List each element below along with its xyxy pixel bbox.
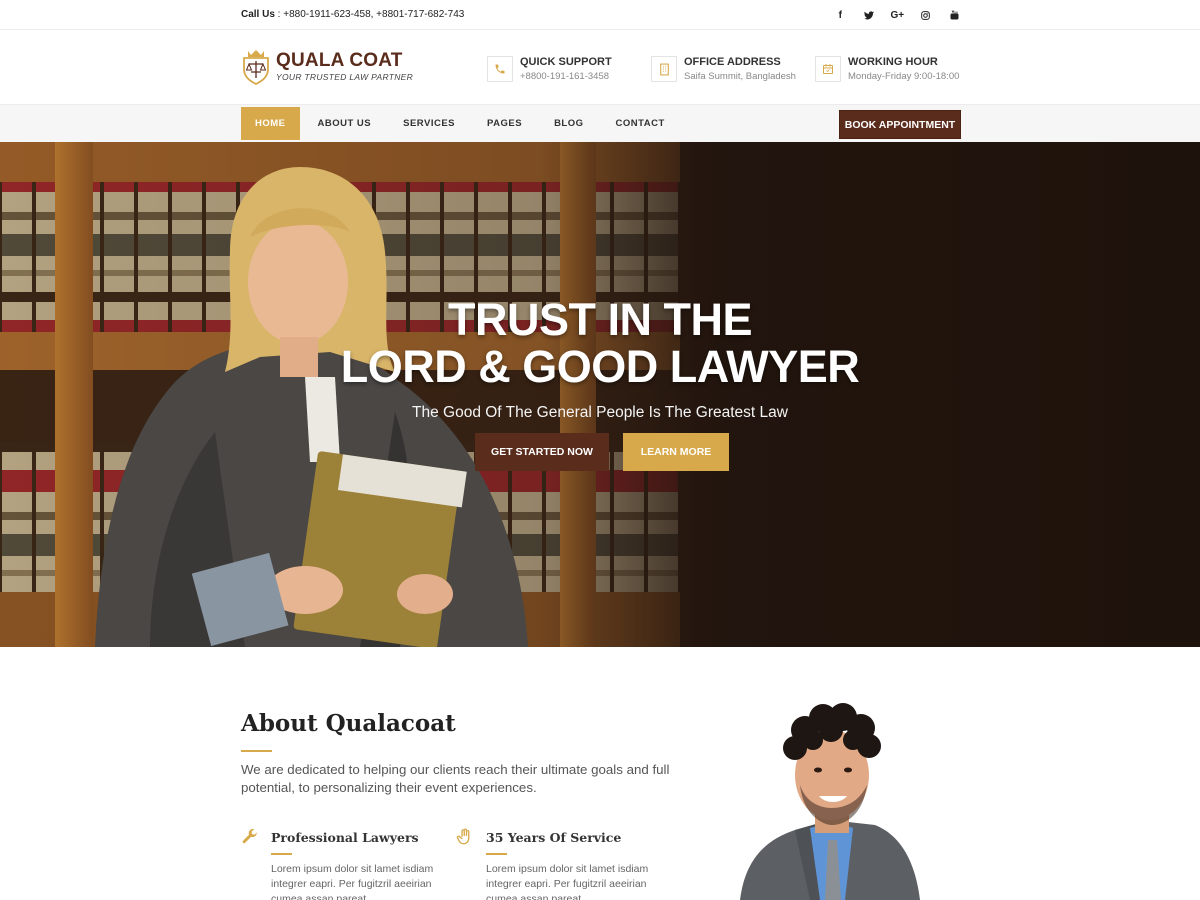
nav-menu: HOME ABOUT US SERVICES PAGES BLOG CONTAC… xyxy=(241,107,683,140)
info-title: QUICK SUPPORT xyxy=(520,56,612,68)
hand-icon xyxy=(456,828,470,845)
nav-item-blog[interactable]: BLOG xyxy=(540,107,597,140)
phone-icon xyxy=(487,56,513,82)
calendar-icon xyxy=(815,56,841,82)
nav-item-pages[interactable]: PAGES xyxy=(473,107,536,140)
hero-title-line-1: TRUST IN THE xyxy=(448,294,753,345)
office-address-info: OFFICE ADDRESS Saifa Summit, Bangladesh xyxy=(651,55,796,82)
learn-more-button[interactable]: LEARN MORE xyxy=(623,433,729,471)
hero-title-line-2: LORD & GOOD LAWYER xyxy=(340,341,860,392)
building-icon xyxy=(651,56,677,82)
logo[interactable]: QUALA COAT YOUR TRUSTED LAW PARTNER xyxy=(241,47,413,85)
social-links: f G+ xyxy=(826,7,969,23)
working-hour-info: WORKING HOUR Monday-Friday 9:00-18:00 xyxy=(815,55,959,82)
nav-item-contact[interactable]: CONTACT xyxy=(602,107,679,140)
lawyer-man-photo xyxy=(740,703,920,900)
feature-text: Lorem ipsum dolor sit lamet isdiam integ… xyxy=(486,863,649,900)
info-subtitle: Saifa Summit, Bangladesh xyxy=(684,71,796,82)
nav-item-home[interactable]: HOME xyxy=(241,107,300,140)
feature-divider xyxy=(486,853,507,855)
nav-item-about-us[interactable]: ABOUT US xyxy=(304,107,386,140)
shield-scales-logo-icon xyxy=(243,50,269,85)
feature-text: Lorem ipsum dolor sit lamet isdiam integ… xyxy=(271,863,434,900)
call-label: Call Us xyxy=(241,9,275,20)
hero-buttons: GET STARTED NOW LEARN MORE xyxy=(0,433,1200,471)
facebook-icon[interactable]: f xyxy=(826,7,855,23)
call-numbers: : +880-1911-623-458, +8801-717-682-743 xyxy=(274,9,465,20)
info-title: WORKING HOUR xyxy=(848,56,938,68)
hero-subtitle: The Good Of The General People Is The Gr… xyxy=(412,404,788,421)
nav-item-services[interactable]: SERVICES xyxy=(389,107,469,140)
site-header: QUALA COAT YOUR TRUSTED LAW PARTNER QUIC… xyxy=(0,30,1200,104)
google-plus-icon[interactable]: G+ xyxy=(883,7,912,23)
about-description: We are dedicated to helping our clients … xyxy=(241,762,670,795)
hero-slider: TRUST IN THE LORD & GOOD LAWYER The Good… xyxy=(0,142,1200,647)
logo-tagline: YOUR TRUSTED LAW PARTNER xyxy=(276,71,414,82)
feature-divider xyxy=(271,853,292,855)
feature-title: 35 Years Of Service xyxy=(486,830,622,845)
hero-heading-block: TRUST IN THE LORD & GOOD LAWYER The Good… xyxy=(0,296,1200,422)
youtube-icon[interactable] xyxy=(940,7,969,23)
instagram-icon[interactable] xyxy=(912,7,941,23)
main-nav: HOME ABOUT US SERVICES PAGES BLOG CONTAC… xyxy=(0,104,1200,142)
info-title: OFFICE ADDRESS xyxy=(684,56,781,68)
info-subtitle: Monday-Friday 9:00-18:00 xyxy=(848,71,960,82)
about-divider xyxy=(241,750,272,752)
about-title: About Qualacoat xyxy=(241,710,456,737)
call-us-text: Call Us : +880-1911-623-458, +8801-717-6… xyxy=(241,9,464,20)
feature-title: Professional Lawyers xyxy=(271,830,419,845)
twitter-icon[interactable] xyxy=(855,7,884,23)
wrench-icon xyxy=(242,828,258,844)
get-started-button[interactable]: GET STARTED NOW xyxy=(475,433,609,471)
top-bar: Call Us : +880-1911-623-458, +8801-717-6… xyxy=(0,0,1200,30)
quick-support-info: QUICK SUPPORT +8800-191-161-3458 xyxy=(487,55,612,82)
book-appointment-button[interactable]: BOOK APPOINTMENT xyxy=(839,110,961,139)
logo-title: QUALA COAT xyxy=(276,49,403,71)
info-subtitle: +8800-191-161-3458 xyxy=(520,71,610,82)
